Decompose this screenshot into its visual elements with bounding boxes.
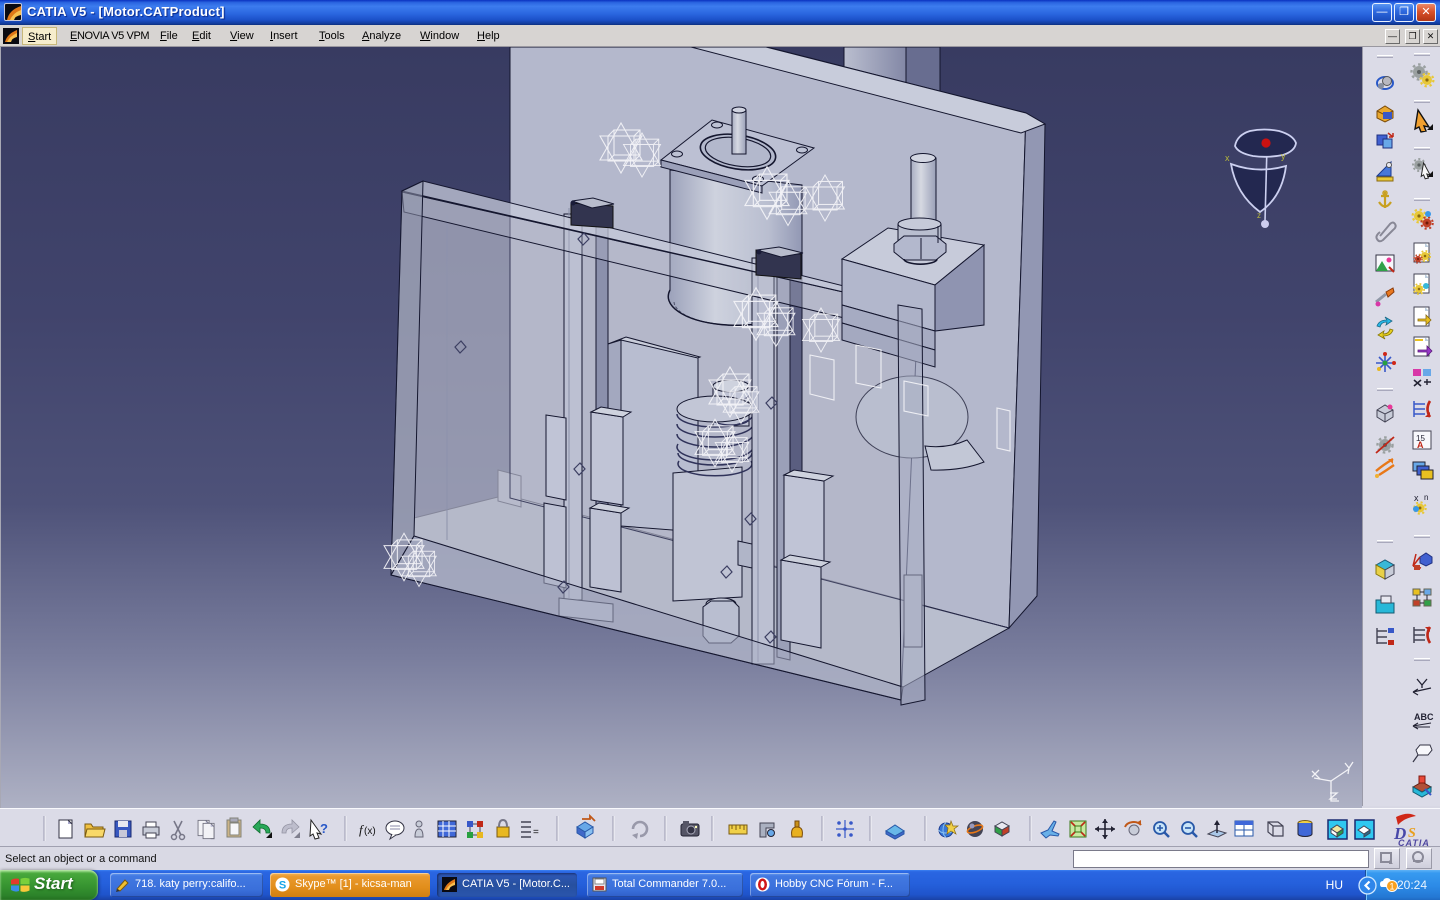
svg-text:(x): (x) — [364, 826, 376, 837]
svg-text:x: x — [1414, 493, 1419, 503]
svg-text:=: = — [533, 827, 539, 838]
svg-text:A: A — [1417, 440, 1424, 450]
svg-text:x: x — [1225, 153, 1230, 163]
svg-text:1: 1 — [1389, 882, 1394, 892]
svg-text:S: S — [279, 880, 286, 892]
svg-text:y: y — [1281, 151, 1286, 161]
svg-text:ABC: ABC — [1414, 712, 1434, 722]
svg-text:?: ? — [320, 821, 328, 836]
svg-text:n: n — [1424, 493, 1428, 502]
svg-text:z: z — [1257, 211, 1261, 220]
